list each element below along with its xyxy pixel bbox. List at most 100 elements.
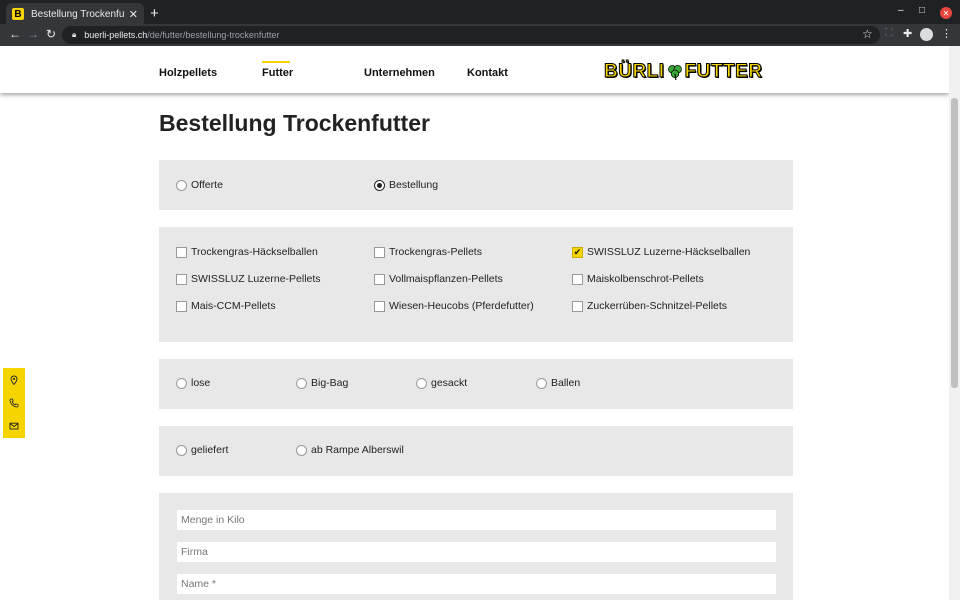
radio-label: geliefert xyxy=(191,444,229,456)
checkbox-trockengras-pellets[interactable]: Trockengras-Pellets xyxy=(374,246,482,258)
quantity-field[interactable] xyxy=(177,510,776,530)
page-title: Bestellung Trockenfutter xyxy=(159,110,430,136)
radio-control[interactable] xyxy=(296,377,307,389)
quantity-input[interactable] xyxy=(181,514,776,526)
checkbox-control-checked[interactable]: ✔ xyxy=(572,246,583,258)
checkbox-control[interactable] xyxy=(572,273,583,285)
radio-bestellung-control[interactable] xyxy=(374,179,385,191)
phone-icon[interactable] xyxy=(9,398,19,408)
nav-active-indicator xyxy=(262,61,290,63)
url-host: buerli-pellets.ch xyxy=(84,30,148,40)
favicon-icon: B xyxy=(12,8,24,20)
packaging-panel: lose Big-Bag gesackt Ballen xyxy=(159,359,793,409)
request-type-panel: Offerte Bestellung xyxy=(159,160,793,210)
radio-control[interactable] xyxy=(296,444,307,456)
products-panel: Trockengras-Häckselballen Trockengras-Pe… xyxy=(159,227,793,342)
checkbox-control[interactable] xyxy=(374,300,385,312)
radio-label: lose xyxy=(191,377,211,389)
page-viewport: Holzpellets Futter Unternehmen Kontakt B… xyxy=(0,46,949,600)
minimize-icon[interactable]: – xyxy=(898,5,904,16)
checkbox-label: SWISSLUZ Luzerne-Häckselballen xyxy=(587,246,751,258)
scrollbar-thumb[interactable] xyxy=(951,98,958,388)
tab-close-icon[interactable]: ✕ xyxy=(129,8,138,21)
radio-control[interactable] xyxy=(416,377,427,389)
tab-title: Bestellung Trockenfutter xyxy=(31,8,125,20)
name-field[interactable] xyxy=(177,574,776,594)
nav-futter[interactable]: Futter xyxy=(262,67,293,79)
checkbox-control[interactable] xyxy=(176,300,187,312)
checkbox-label: Mais-CCM-Pellets xyxy=(191,300,276,312)
radio-control[interactable] xyxy=(176,444,187,456)
checkbox-control[interactable] xyxy=(374,246,385,258)
nav-kontakt[interactable]: Kontakt xyxy=(467,67,508,79)
checkbox-control[interactable] xyxy=(176,273,187,285)
clover-icon xyxy=(667,65,682,81)
back-icon[interactable]: ← xyxy=(9,27,21,41)
checkbox-swissluz-haeckselballen[interactable]: ✔ SWISSLUZ Luzerne-Häckselballen xyxy=(572,246,750,258)
checkbox-zuckerrueben-pellets[interactable]: Zuckerrüben-Schnitzel-Pellets xyxy=(572,300,727,312)
checkbox-label: Zuckerrüben-Schnitzel-Pellets xyxy=(587,300,728,312)
browser-tab-strip: B Bestellung Trockenfutter ✕ + – □ ✕ xyxy=(0,0,960,25)
radio-offerte-control[interactable] xyxy=(176,179,187,191)
checkbox-label: Trockengras-Pellets xyxy=(389,246,482,258)
logo-text-right: FUTTER xyxy=(684,61,763,83)
checkbox-wiesen-heucobs[interactable]: Wiesen-Heucobs (Pferdefutter) xyxy=(374,300,534,312)
radio-offerte-label: Offerte xyxy=(191,179,223,191)
new-tab-icon[interactable]: + xyxy=(150,5,159,22)
reload-icon[interactable]: ↻ xyxy=(46,27,56,41)
maximize-icon[interactable]: □ xyxy=(919,5,925,16)
checkbox-label: SWISSLUZ Luzerne-Pellets xyxy=(191,273,321,285)
lock-icon: 🔒︎ xyxy=(72,30,77,39)
menu-icon[interactable]: ⋮ xyxy=(941,27,952,40)
radio-ballen[interactable]: Ballen xyxy=(536,377,580,389)
radio-big-bag[interactable]: Big-Bag xyxy=(296,377,348,389)
company-input[interactable] xyxy=(181,546,776,558)
logo-text-left: BÜRLI xyxy=(604,61,665,83)
radio-lose[interactable]: lose xyxy=(176,377,210,389)
radio-geliefert[interactable]: geliefert xyxy=(176,444,228,456)
radio-ab-rampe[interactable]: ab Rampe Alberswil xyxy=(296,444,404,456)
browser-toolbar: ← → ↻ 🔒︎ buerli-pellets.ch/de/futter/bes… xyxy=(0,24,960,46)
browser-tab[interactable]: B Bestellung Trockenfutter ✕ xyxy=(6,3,144,25)
radio-label: Big-Bag xyxy=(311,377,349,389)
radio-control[interactable] xyxy=(536,377,547,389)
company-field[interactable] xyxy=(177,542,776,562)
checkbox-control[interactable] xyxy=(572,300,583,312)
radio-label: gesackt xyxy=(431,377,468,389)
checkbox-label: Maiskolbenschrot-Pellets xyxy=(587,273,704,285)
site-header: Holzpellets Futter Unternehmen Kontakt B… xyxy=(0,46,949,93)
radio-control[interactable] xyxy=(176,377,187,389)
radio-bestellung[interactable]: Bestellung xyxy=(374,179,438,191)
checkbox-swissluz-pellets[interactable]: SWISSLUZ Luzerne-Pellets xyxy=(176,273,321,285)
side-contact-bar xyxy=(3,368,25,438)
radio-gesackt[interactable]: gesackt xyxy=(416,377,467,389)
radio-bestellung-label: Bestellung xyxy=(389,179,439,191)
forward-icon[interactable]: → xyxy=(27,27,39,41)
nav-holzpellets[interactable]: Holzpellets xyxy=(159,67,217,79)
mail-icon[interactable] xyxy=(9,421,19,431)
bookmark-star-icon[interactable]: ☆ xyxy=(862,27,873,41)
url-path: /de/futter/bestellung-trockenfutter xyxy=(147,30,280,40)
extensions-icon[interactable]: ✚ xyxy=(903,27,912,40)
screenshot-icon[interactable]: ⛶ xyxy=(885,27,893,40)
window-close-icon[interactable]: ✕ xyxy=(940,7,952,19)
site-logo[interactable]: BÜRLI FUTTER xyxy=(604,60,763,84)
checkbox-label: Vollmaispflanzen-Pellets xyxy=(389,273,503,285)
checkbox-label: Wiesen-Heucobs (Pferdefutter) xyxy=(389,300,534,312)
radio-label: Ballen xyxy=(551,377,581,389)
location-icon[interactable] xyxy=(9,375,19,385)
checkbox-maiskolbenschrot-pellets[interactable]: Maiskolbenschrot-Pellets xyxy=(572,273,704,285)
checkbox-control[interactable] xyxy=(374,273,385,285)
checkbox-trockengras-haeckselballen[interactable]: Trockengras-Häckselballen xyxy=(176,246,318,258)
checkbox-vollmaispflanzen-pellets[interactable]: Vollmaispflanzen-Pellets xyxy=(374,273,503,285)
nav-unternehmen[interactable]: Unternehmen xyxy=(364,67,435,79)
profile-icon[interactable] xyxy=(920,28,933,41)
checkbox-mais-ccm-pellets[interactable]: Mais-CCM-Pellets xyxy=(176,300,276,312)
page-scrollbar[interactable] xyxy=(949,46,960,600)
radio-offerte[interactable]: Offerte xyxy=(176,179,223,191)
checkbox-label: Trockengras-Häckselballen xyxy=(191,246,318,258)
address-bar[interactable]: 🔒︎ buerli-pellets.ch/de/futter/bestellun… xyxy=(62,26,880,44)
checkbox-control[interactable] xyxy=(176,246,187,258)
name-input[interactable] xyxy=(181,578,776,590)
contact-form-panel xyxy=(159,493,793,600)
